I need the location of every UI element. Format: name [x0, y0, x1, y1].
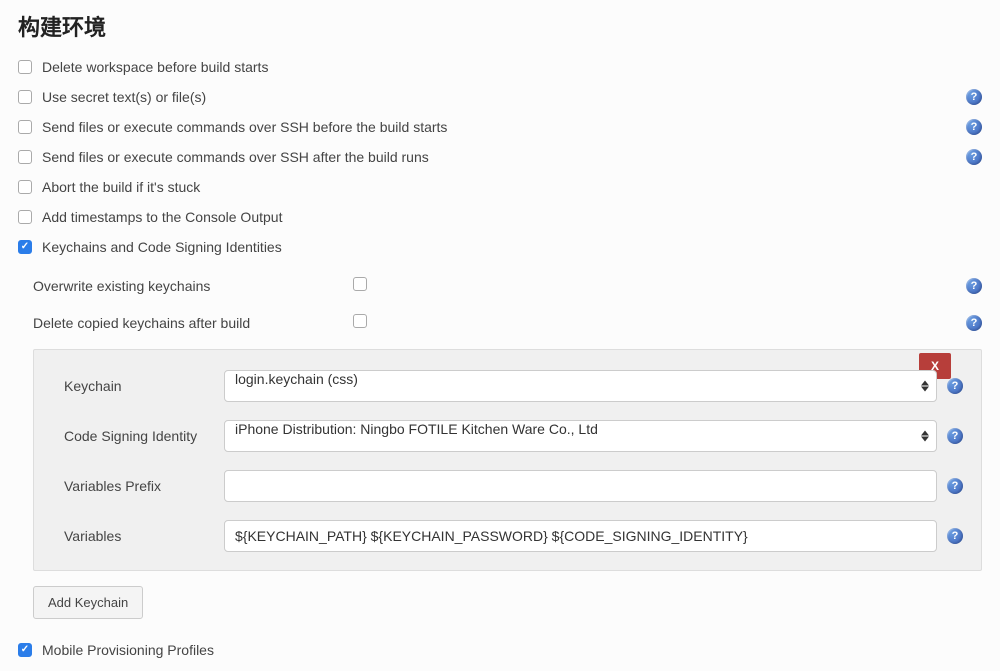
- checkbox-ssh-after[interactable]: [18, 150, 32, 164]
- help-icon[interactable]: [947, 378, 963, 394]
- checkbox-abort-stuck[interactable]: [18, 180, 32, 194]
- option-label: Abort the build if it's stuck: [42, 179, 982, 195]
- checkbox-ssh-before[interactable]: [18, 120, 32, 134]
- help-icon[interactable]: [966, 149, 982, 165]
- form-label-variables: Variables: [64, 528, 224, 544]
- form-label-keychain: Keychain: [64, 378, 224, 394]
- form-label-var-prefix: Variables Prefix: [64, 478, 224, 494]
- option-label: Keychains and Code Signing Identities: [42, 239, 982, 255]
- row-keychain: Keychain login.keychain (css): [64, 370, 963, 402]
- option-label: Delete workspace before build starts: [42, 59, 982, 75]
- row-code-signing: Code Signing Identity iPhone Distributio…: [64, 420, 963, 452]
- sub-option-delete-after: Delete copied keychains after build: [33, 304, 982, 341]
- row-variables: Variables: [64, 520, 963, 552]
- help-icon[interactable]: [966, 278, 982, 294]
- option-use-secret-text: Use secret text(s) or file(s): [18, 82, 982, 112]
- checkbox-use-secret-text[interactable]: [18, 90, 32, 104]
- keychains-subsection: Overwrite existing keychains Delete copi…: [33, 262, 982, 634]
- option-label: Add timestamps to the Console Output: [42, 209, 982, 225]
- keychain-select[interactable]: login.keychain (css): [224, 370, 937, 402]
- help-icon[interactable]: [947, 528, 963, 544]
- checkbox-keychains[interactable]: [18, 240, 32, 254]
- option-label: Mobile Provisioning Profiles: [42, 642, 982, 658]
- option-label: Send files or execute commands over SSH …: [42, 149, 966, 165]
- option-mobile-provisioning: Mobile Provisioning Profiles: [0, 634, 1000, 666]
- keychain-entry-panel: X Keychain login.keychain (css) Code Sig…: [33, 349, 982, 571]
- variables-prefix-input[interactable]: [224, 470, 937, 502]
- help-icon[interactable]: [947, 428, 963, 444]
- variables-input[interactable]: [224, 520, 937, 552]
- sub-label: Overwrite existing keychains: [33, 278, 353, 294]
- option-label: Send files or execute commands over SSH …: [42, 119, 966, 135]
- form-label-code-signing: Code Signing Identity: [64, 428, 224, 444]
- checkbox-add-timestamps[interactable]: [18, 210, 32, 224]
- option-label: Use secret text(s) or file(s): [42, 89, 966, 105]
- row-variables-prefix: Variables Prefix: [64, 470, 963, 502]
- checkbox-delete-after-build[interactable]: [353, 314, 367, 328]
- help-icon[interactable]: [966, 119, 982, 135]
- help-icon[interactable]: [947, 478, 963, 494]
- build-env-options: Delete workspace before build starts Use…: [0, 52, 1000, 634]
- checkbox-overwrite-keychains[interactable]: [353, 277, 367, 291]
- sub-label: Delete copied keychains after build: [33, 315, 353, 331]
- option-delete-workspace: Delete workspace before build starts: [18, 52, 982, 82]
- option-keychains: Keychains and Code Signing Identities: [18, 232, 982, 262]
- help-icon[interactable]: [966, 315, 982, 331]
- option-ssh-before: Send files or execute commands over SSH …: [18, 112, 982, 142]
- sub-option-overwrite: Overwrite existing keychains: [33, 267, 982, 304]
- option-ssh-after: Send files or execute commands over SSH …: [18, 142, 982, 172]
- section-title: 构建环境: [0, 0, 1000, 52]
- help-icon[interactable]: [966, 89, 982, 105]
- option-abort-stuck: Abort the build if it's stuck: [18, 172, 982, 202]
- checkbox-delete-workspace[interactable]: [18, 60, 32, 74]
- code-signing-select[interactable]: iPhone Distribution: Ningbo FOTILE Kitch…: [224, 420, 937, 452]
- add-keychain-button[interactable]: Add Keychain: [33, 586, 143, 619]
- option-add-timestamps: Add timestamps to the Console Output: [18, 202, 982, 232]
